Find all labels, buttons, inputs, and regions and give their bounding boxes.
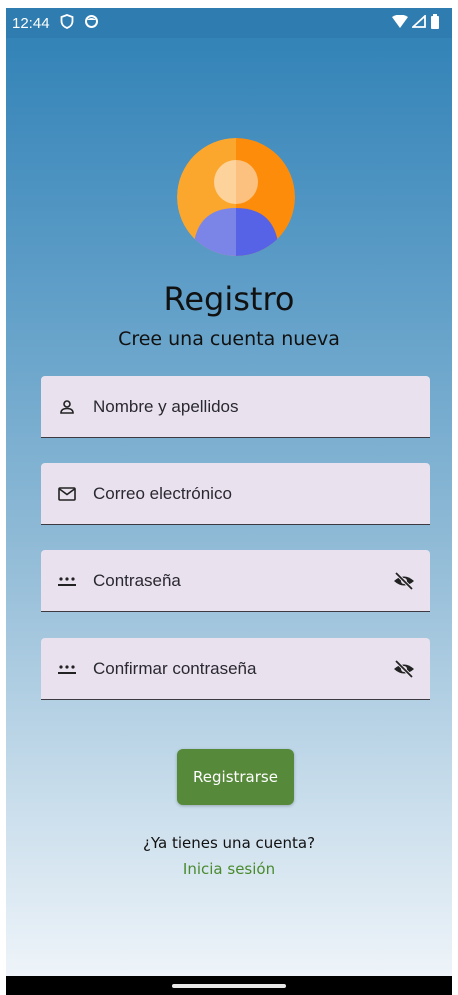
password-field-label: Contraseña — [93, 570, 181, 590]
password-icon — [41, 574, 93, 588]
password-field[interactable]: Contraseña — [41, 550, 430, 612]
wifi-icon — [392, 14, 408, 32]
email-field-label: Correo electrónico — [93, 483, 232, 503]
page-title: Registro — [163, 280, 295, 318]
name-field[interactable]: Nombre y apellidos — [41, 376, 430, 438]
password-icon — [41, 662, 93, 676]
confirm-password-field[interactable]: Confirmar contraseña — [41, 638, 430, 700]
confirm-password-field-label: Confirmar contraseña — [93, 658, 257, 678]
name-field-label: Nombre y apellidos — [93, 396, 239, 416]
person-icon — [41, 399, 93, 415]
status-time: 12:44 — [12, 14, 50, 32]
navigation-bar — [6, 976, 452, 995]
home-gesture-handle[interactable] — [172, 984, 286, 988]
registration-screen: 12:44 Registro Cree una cuenta nueva Nom… — [6, 8, 452, 976]
status-bar: 12:44 — [6, 8, 452, 38]
email-field[interactable]: Correo electrónico — [41, 463, 430, 525]
visibility-off-icon[interactable] — [378, 659, 430, 678]
page-subtitle: Cree una cuenta nueva — [118, 328, 340, 350]
register-button[interactable]: Registrarse — [177, 749, 294, 805]
shield-icon — [60, 13, 74, 33]
visibility-off-icon[interactable] — [378, 571, 430, 590]
sync-icon — [84, 14, 99, 33]
login-link[interactable]: Inicia sesión — [6, 860, 452, 878]
signal-icon — [410, 13, 426, 32]
avatar — [177, 138, 295, 256]
battery-icon — [430, 13, 440, 33]
have-account-text: ¿Ya tienes una cuenta? — [142, 834, 316, 852]
mail-icon — [41, 486, 93, 501]
